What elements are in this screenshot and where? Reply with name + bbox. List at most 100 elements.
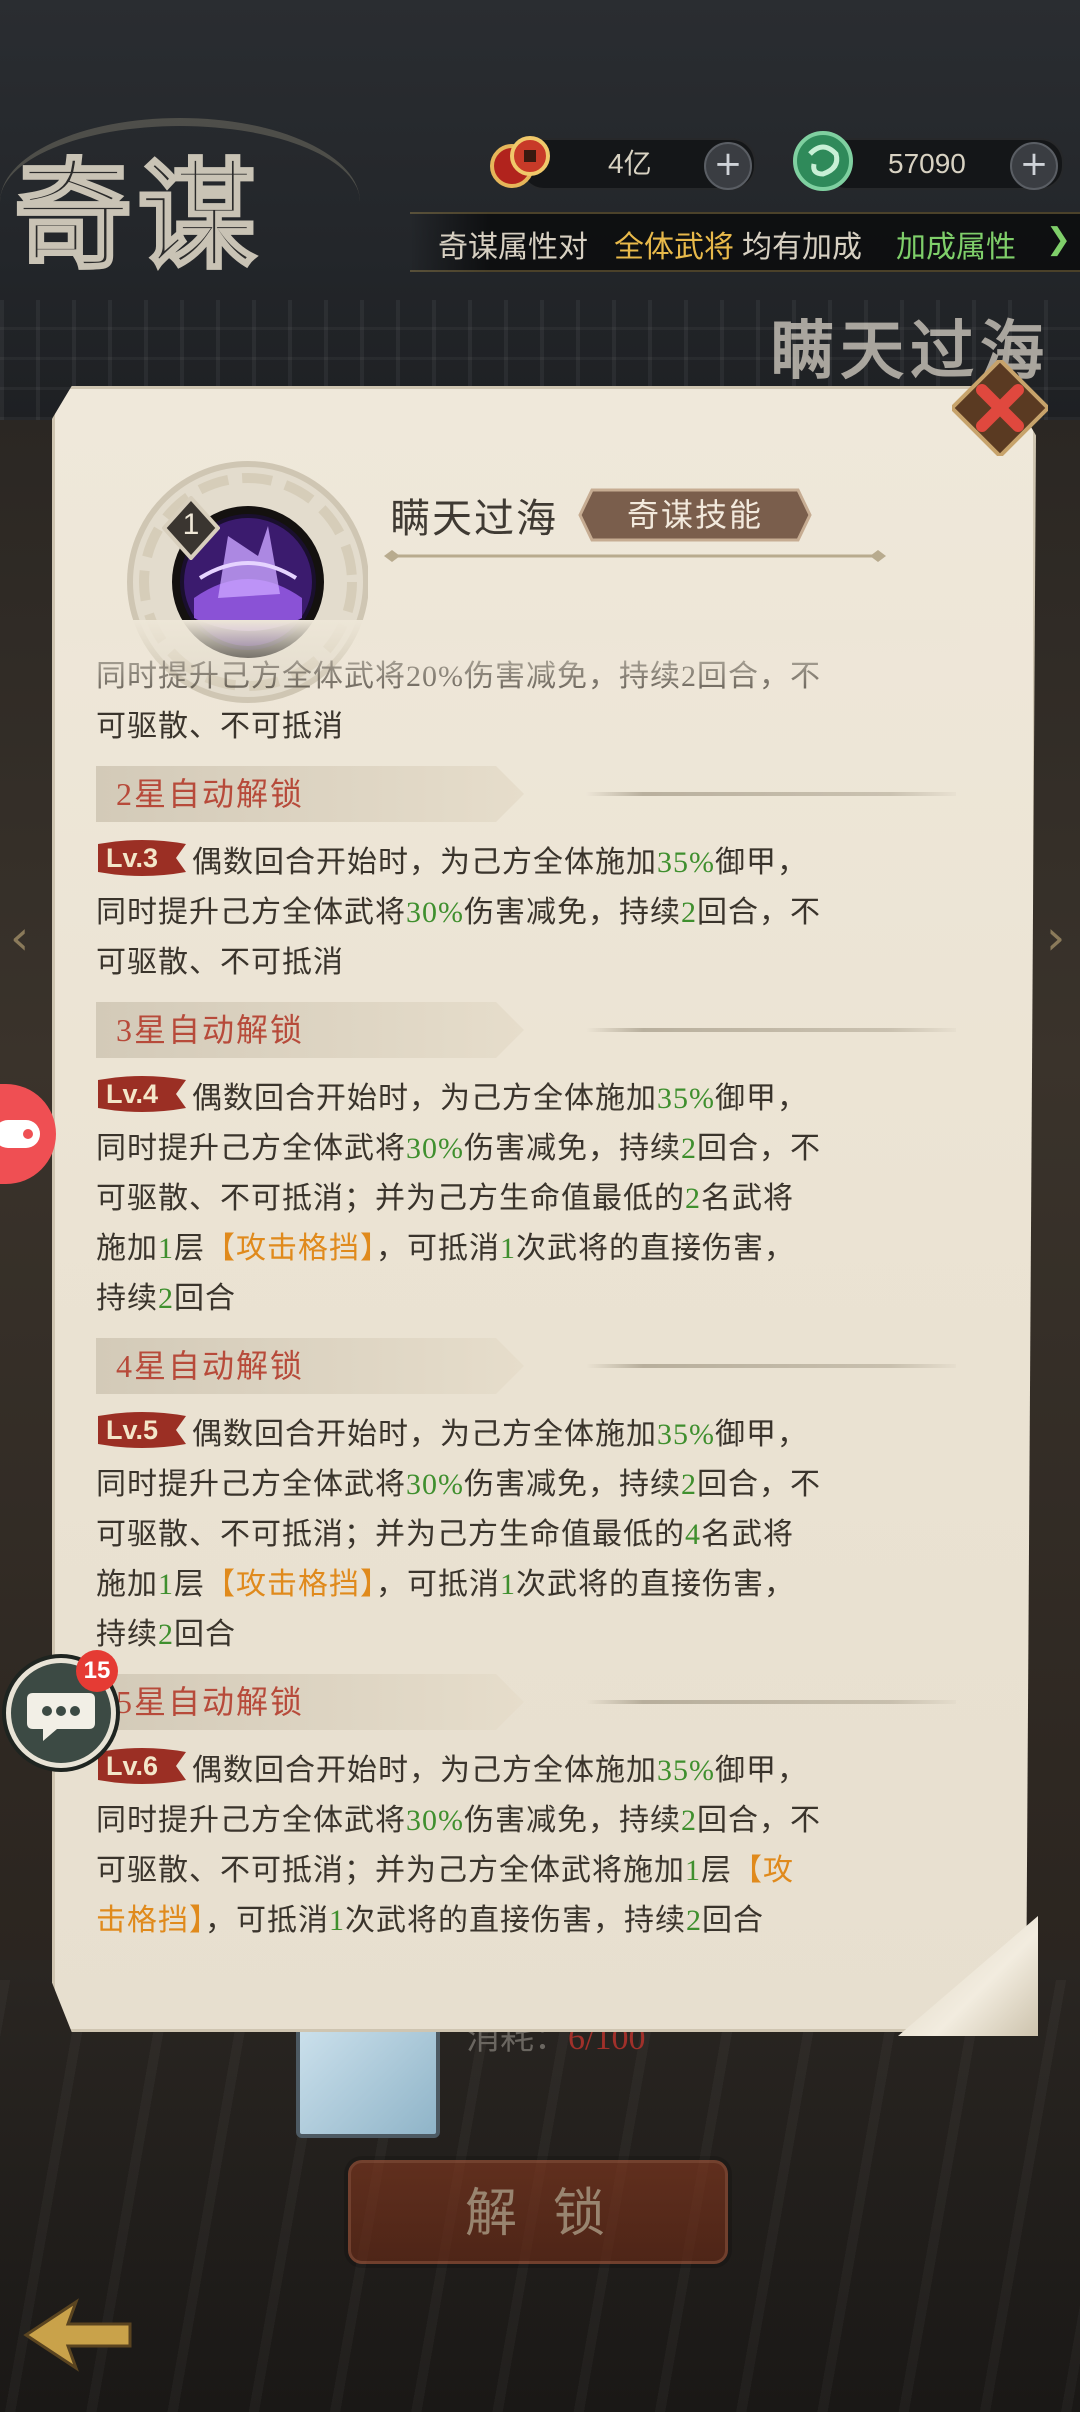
description-text: 伤害减免，持续: [464, 1132, 681, 1165]
level-description-line: 可驱散、不可抵消；并为己方全体武将施加1层【攻: [96, 1846, 956, 1896]
description-text: 可驱散、不可抵消；并为己方生命值最低的: [96, 1518, 685, 1551]
level-tag: Lv.4: [96, 1074, 188, 1114]
description-text: 层: [174, 1568, 205, 1601]
numeric-value: 2: [681, 1132, 697, 1165]
description-text: 可驱散、不可抵消: [96, 946, 344, 979]
numeric-value: 1: [500, 1568, 516, 1601]
description-text: 伤害减免，持续: [464, 896, 681, 929]
jade-icon: [793, 131, 853, 191]
level-description-line: 可驱散、不可抵消；并为己方生命值最低的4名武将: [96, 1510, 956, 1560]
level-tag-label: Lv.5: [106, 1415, 159, 1445]
chevron-right-icon: ❯: [1046, 222, 1072, 257]
description-text: 次武将的直接伤害，: [516, 1232, 795, 1265]
attr-notice-highlight: 全体武将: [614, 231, 734, 264]
coin-value: 4亿: [608, 148, 652, 179]
description-text: 回合: [174, 1618, 236, 1651]
floating-game-button[interactable]: [0, 1084, 56, 1184]
numeric-value: 35%: [657, 1082, 715, 1115]
description-text: 可驱散、不可抵消；并为己方生命值最低的: [96, 1182, 685, 1215]
level-description-line: 同时提升己方全体武将30%伤害减免，持续2回合，不: [96, 1124, 956, 1174]
level-description-line: 施加1层【攻击格挡】，可抵消1次武将的直接伤害，: [96, 1224, 956, 1274]
description-text: 可驱散、不可抵消；并为己方全体武将施加: [96, 1854, 685, 1887]
jade-resource: 57090 +: [822, 138, 1064, 190]
numeric-value: 1: [158, 1232, 174, 1265]
description-text: 偶数回合开始时，为己方全体施加: [192, 1082, 657, 1115]
numeric-value: 30%: [406, 1132, 464, 1165]
skill-tag-label: 奇谋技能: [626, 497, 763, 533]
numeric-value: 1: [500, 1232, 516, 1265]
description-text: 偶数回合开始时，为己方全体施加: [192, 1418, 657, 1451]
bonus-attributes-link[interactable]: 加成属性: [896, 222, 1016, 266]
level-description-line: 施加1层【攻击格挡】，可抵消1次武将的直接伤害，: [96, 1560, 956, 1610]
gamepad-icon: [0, 1120, 40, 1148]
section-divider-line: [586, 1028, 956, 1032]
description-text: 次武将的直接伤害，持续: [345, 1904, 686, 1937]
unlock-section-header: 4星自动解锁: [96, 1338, 956, 1394]
description-text: 名武将: [701, 1518, 794, 1551]
description-text: 同时提升己方全体武将: [96, 896, 406, 929]
coin-add-button[interactable]: +: [704, 142, 752, 190]
section-header-label: 5星自动解锁: [116, 1684, 305, 1720]
numeric-value: 4: [685, 1518, 701, 1551]
description-text: 同时提升己方全体武将: [96, 1132, 406, 1165]
level-description-line: Lv.4 偶数回合开始时，为己方全体施加35%御甲，: [96, 1074, 956, 1124]
level-description-line: 可驱散、不可抵消；并为己方生命值最低的2名武将: [96, 1174, 956, 1224]
description-text: 伤害减免，持续: [464, 1804, 681, 1837]
numeric-value: 1: [685, 1854, 701, 1887]
numeric-value: 30%: [406, 1468, 464, 1501]
description-text: 偶数回合开始时，为己方全体施加: [192, 846, 657, 879]
header-divider: [384, 550, 886, 562]
page-title: 奇谋: [12, 151, 263, 285]
description-text: 回合，不: [697, 1804, 821, 1837]
unlock-section-header: 3星自动解锁: [96, 1002, 956, 1058]
description-text: 御甲，: [715, 1418, 808, 1451]
description-text: 层: [174, 1232, 205, 1265]
jade-add-button[interactable]: +: [1010, 142, 1058, 190]
description-text: ，可抵消: [376, 1568, 500, 1601]
chevron-right-side-icon[interactable]: ›: [1046, 910, 1076, 970]
back-arrow-icon[interactable]: [18, 2290, 138, 2380]
chevron-left-icon[interactable]: ‹: [10, 910, 40, 970]
numeric-value: 2: [681, 896, 697, 929]
skill-levels-list: 同时提升己方全体武将20%伤害减免，持续2回合，不 可驱散、不可抵消 2星自动解…: [96, 660, 956, 1946]
close-icon[interactable]: [952, 360, 1048, 456]
numeric-value: 2: [681, 1468, 697, 1501]
description-text: 施加: [96, 1568, 158, 1601]
description-text: 施加: [96, 1232, 158, 1265]
attr-notice-suffix: 均有加成: [742, 231, 862, 264]
section-divider-line: [586, 792, 956, 796]
numeric-value: 2: [158, 1618, 174, 1651]
description-text: 回合: [702, 1904, 764, 1937]
description-text: 御甲，: [715, 846, 808, 879]
description-text: 伤害减免，持续: [464, 1468, 681, 1501]
jade-value: 57090: [888, 148, 966, 179]
level-description-line: 同时提升己方全体武将30%伤害减免，持续2回合，不: [96, 1796, 956, 1846]
description-text: ，可抵消: [376, 1232, 500, 1265]
description-text: 层: [701, 1854, 732, 1887]
description-text: ，可抵消: [205, 1904, 329, 1937]
effect-keyword: 【攻: [732, 1854, 794, 1887]
effect-keyword: 【攻击格挡】: [205, 1232, 376, 1265]
description-text: 名武将: [701, 1182, 794, 1215]
numeric-value: 30%: [406, 896, 464, 929]
level-description-line: Lv.5 偶数回合开始时，为己方全体施加35%御甲，: [96, 1410, 956, 1460]
level-description-line: 同时提升己方全体武将30%伤害减免，持续2回合，不: [96, 1460, 956, 1510]
section-header-label: 4星自动解锁: [116, 1348, 305, 1384]
skill-name: 瞒天过海: [390, 496, 558, 541]
coin-icon: [490, 136, 550, 188]
attr-notice-prefix: 奇谋属性对: [438, 231, 588, 264]
level-description-line: 持续2回合: [96, 1610, 956, 1660]
level-badge-number: 1: [182, 508, 200, 541]
description-text: 持续: [96, 1618, 158, 1651]
skill-levels-scroll[interactable]: 同时提升己方全体武将20%伤害减免，持续2回合，不 可驱散、不可抵消 2星自动解…: [96, 660, 956, 1970]
effect-keyword: 击格挡】: [96, 1904, 205, 1937]
numeric-value: 1: [158, 1568, 174, 1601]
numeric-value: 2: [686, 1904, 702, 1937]
level-description-line: 可驱散、不可抵消: [96, 938, 956, 988]
unlock-section-header: 5星自动解锁: [96, 1674, 956, 1730]
attribute-notice-bar[interactable]: 奇谋属性对 全体武将 均有加成 加成属性 ❯: [410, 212, 1080, 272]
unlock-button[interactable]: 解锁: [348, 2160, 728, 2264]
level-tag-label: Lv.3: [106, 843, 159, 873]
numeric-value: 35%: [657, 1418, 715, 1451]
description-text: 持续: [96, 1282, 158, 1315]
